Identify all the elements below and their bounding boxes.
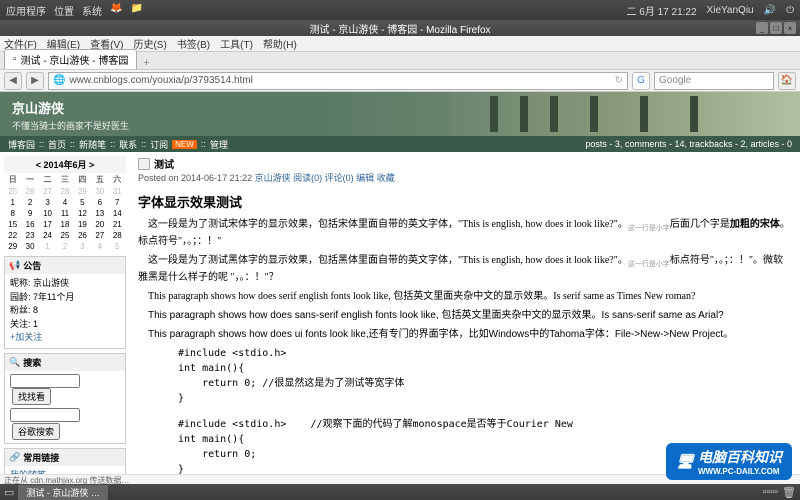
link-icon: 🔗 xyxy=(9,452,20,463)
post-read[interactable]: 阅读(0) xyxy=(293,173,322,183)
new-badge: NEW xyxy=(172,140,197,149)
search-box[interactable]: Google xyxy=(654,72,774,90)
search-icon: 🔍 xyxy=(9,357,20,368)
url-text: www.cnblogs.com/youxia/p/3793514.html xyxy=(69,75,252,86)
close-button[interactable]: × xyxy=(784,22,796,34)
browser-tab[interactable]: ▫ 测试 - 京山游侠 - 博客园 xyxy=(4,49,137,69)
places-menu[interactable]: 位置 xyxy=(54,3,74,18)
content-heading: 字体显示效果测试 xyxy=(138,192,792,211)
workspace-switcher[interactable]: ▫▫▫▫ xyxy=(762,486,778,498)
nav-subscribe[interactable]: 订阅 xyxy=(150,138,168,151)
launcher-icon[interactable]: 📁 xyxy=(130,3,142,18)
trash-icon[interactable]: 🗑 xyxy=(782,486,796,499)
nav-cnblogs[interactable]: 博客园 xyxy=(8,138,35,151)
paragraph-5: This paragraph shows how does ui fonts l… xyxy=(138,327,792,343)
site-search-button[interactable]: 找找看 xyxy=(12,388,51,405)
gnome-top-panel: 应用程序 位置 系统 🦊 📁 二 6月 17 21:22 XieYanQiu 🔊… xyxy=(0,0,800,20)
gnome-bottom-panel: ▭ 测试 - 京山游侠 … ▫▫▫▫ 🗑 xyxy=(0,484,800,500)
post-title[interactable]: 测试 xyxy=(154,156,174,171)
paragraph-2: 这一段是为了测试黑体字的显示效果，包括黑体里面自带的英文字体，"This is … xyxy=(138,253,792,286)
nav-admin[interactable]: 管理 xyxy=(210,138,228,151)
code-block-1: #include <stdio.h> int main(){ return 0;… xyxy=(178,346,792,406)
power-icon[interactable]: ⏻ xyxy=(786,5,794,16)
post-icon xyxy=(138,158,150,170)
blog-subtitle: 不懂当骑士的画家不是好医生 xyxy=(12,119,788,132)
volume-icon[interactable]: 🔊 xyxy=(764,5,776,16)
nav-contact[interactable]: 联系 xyxy=(119,138,137,151)
announce-box: 📢公告 昵称: 京山游侠 园龄: 7年11个月 粉丝: 8 关注: 1 +加关注 xyxy=(4,256,126,349)
url-bar[interactable]: 🌐 www.cnblogs.com/youxia/p/3793514.html … xyxy=(48,72,628,90)
window-title: 测试 - 京山游侠 - 博客园 - Mozilla Firefox xyxy=(309,21,490,36)
search-placeholder: Google xyxy=(659,75,691,86)
menu-help[interactable]: 帮助(H) xyxy=(263,36,297,51)
post-fav[interactable]: 收藏 xyxy=(377,173,395,183)
system-menu[interactable]: 系统 xyxy=(82,3,102,18)
forward-button[interactable]: ▶ xyxy=(26,72,44,90)
post-edit[interactable]: 编辑 xyxy=(356,173,374,183)
search-engine-icon[interactable]: G xyxy=(632,72,650,90)
blog-age: 园龄: 7年11个月 xyxy=(10,291,120,305)
tab-title: 测试 - 京山游侠 - 博客园 xyxy=(21,52,129,67)
menu-history[interactable]: 历史(S) xyxy=(133,36,166,51)
nav-newpost[interactable]: 新随笔 xyxy=(79,138,106,151)
search-box-widget: 🔍搜索 找找看 谷歌搜索 xyxy=(4,353,126,444)
tab-favicon: ▫ xyxy=(13,54,17,65)
show-desktop-icon[interactable]: ▭ xyxy=(4,486,14,499)
maximize-button[interactable]: □ xyxy=(770,22,782,34)
firefox-launcher-icon[interactable]: 🦊 xyxy=(110,3,122,18)
menu-tools[interactable]: 工具(T) xyxy=(220,36,253,51)
google-search-input[interactable] xyxy=(10,408,80,422)
calendar[interactable]: 日一二三四五六 25262728293031 1234567 891011121… xyxy=(4,173,126,252)
reload-icon[interactable]: ↻ xyxy=(615,75,623,86)
blog-nav: 博客园 :: 首页 :: 新随笔 :: 联系 :: 订阅 NEW :: 管理 p… xyxy=(0,136,800,152)
watermark-logo: 🖥 电脑百科知识 WWW.PC-DAILY.COM xyxy=(666,443,792,480)
taskbar-window-button[interactable]: 测试 - 京山游侠 … xyxy=(18,485,108,500)
blog-stats: posts - 3, comments - 14, trackbacks - 2… xyxy=(585,139,792,149)
site-identity-icon[interactable]: 🌐 xyxy=(53,75,65,86)
back-button[interactable]: ◀ xyxy=(4,72,22,90)
paragraph-4: This paragraph shows how does sans-serif… xyxy=(138,308,792,324)
navigation-toolbar: ◀ ▶ 🌐 www.cnblogs.com/youxia/p/3793514.h… xyxy=(0,70,800,92)
new-tab-button[interactable]: + xyxy=(137,57,155,69)
pc-icon: 🖥 xyxy=(676,453,694,470)
followers: 粉丝: 8 xyxy=(10,304,120,318)
sidebar: < 2014年6月 > 日一二三四五六 25262728293031 12345… xyxy=(0,152,130,480)
calendar-title: < 2014年6月 > xyxy=(4,156,126,173)
apps-menu[interactable]: 应用程序 xyxy=(6,3,46,18)
following: 关注: 1 xyxy=(10,318,120,332)
follow-link[interactable]: +加关注 xyxy=(10,331,120,345)
post-main: 测试 Posted on 2014-06-17 21:22 京山游侠 阅读(0)… xyxy=(130,152,800,480)
paragraph-3: This paragraph shows how does serif engl… xyxy=(138,289,792,305)
page-content: 京山游侠 不懂当骑士的画家不是好医生 博客园 :: 首页 :: 新随笔 :: 联… xyxy=(0,92,800,480)
post-meta: Posted on 2014-06-17 21:22 京山游侠 阅读(0) 评论… xyxy=(138,171,792,184)
home-button[interactable]: 🏠 xyxy=(778,72,796,90)
post-comments[interactable]: 评论(0) xyxy=(325,173,354,183)
user-menu[interactable]: XieYanQiu xyxy=(707,5,754,16)
blog-title[interactable]: 京山游侠 xyxy=(12,98,788,117)
paragraph-1: 这一段是为了测试宋体字的显示效果，包括宋体里面自带的英文字体，"This is … xyxy=(138,217,792,250)
speaker-icon: 📢 xyxy=(9,260,20,271)
window-titlebar: 测试 - 京山游侠 - 博客园 - Mozilla Firefox _ □ × xyxy=(0,20,800,36)
nickname: 昵称: 京山游侠 xyxy=(10,277,120,291)
tab-strip: ▫ 测试 - 京山游侠 - 博客园 + xyxy=(0,52,800,70)
google-search-button[interactable]: 谷歌搜索 xyxy=(12,423,60,440)
site-search-input[interactable] xyxy=(10,374,80,388)
blog-banner: 京山游侠 不懂当骑士的画家不是好医生 xyxy=(0,92,800,136)
minimize-button[interactable]: _ xyxy=(756,22,768,34)
nav-home[interactable]: 首页 xyxy=(48,138,66,151)
menu-bookmarks[interactable]: 书签(B) xyxy=(177,36,210,51)
clock[interactable]: 二 6月 17 21:22 xyxy=(627,3,697,18)
post-author[interactable]: 京山游侠 xyxy=(255,173,291,183)
